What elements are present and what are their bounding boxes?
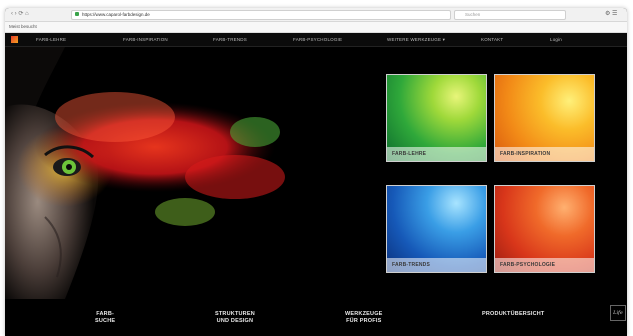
bookmarks-bar: Meist besucht [5,22,627,33]
hero-face-image [5,47,285,299]
footer-werkzeuge-profis[interactable]: WERKZEUGE FÜR PROFIS [345,311,383,324]
tile-farb-psychologie[interactable]: FARB-PSYCHOLOGIE [494,185,595,273]
nav-kontakt[interactable]: KONTAKT [481,33,503,46]
tile-label: FARB-TRENDS [387,258,486,272]
nav-weitere-werkzeuge[interactable]: WEITERE WERKZEUGE ▾ [387,33,445,46]
tile-label: FARB-PSYCHOLOGIE [495,258,594,272]
menu-icon[interactable]: ⚙ ☰ [605,11,617,18]
bookmark-most-visited[interactable]: Meist besucht [9,23,37,31]
footer-navigation: FARB- SUCHE STRUKTUREN UND DESIGN WERKZE… [5,299,627,336]
site-navigation: FARB-LEHRE FARB-INSPIRATION FARB-TRENDS … [5,33,627,47]
search-placeholder: Suchen [465,12,481,17]
footer-farb-suche[interactable]: FARB- SUCHE [95,311,115,324]
nav-farb-inspiration[interactable]: FARB-INSPIRATION [123,33,168,46]
tile-label: FARB-LEHRE [387,147,486,161]
browser-toolbar: ‹ › ⟳ ⌂ https://www.caparol-farbdesign.d… [5,8,627,22]
browser-nav-icons[interactable]: ‹ › ⟳ ⌂ [11,11,29,18]
address-bar[interactable]: https://www.caparol-farbdesign.de [71,10,451,20]
browser-window: ‹ › ⟳ ⌂ https://www.caparol-farbdesign.d… [5,8,627,336]
tile-farb-inspiration[interactable]: FARB-INSPIRATION [494,74,595,162]
address-url: https://www.caparol-farbdesign.de [82,12,150,17]
footer-strukturen-design[interactable]: STRUKTUREN UND DESIGN [215,311,255,324]
login-link[interactable]: Login [550,33,562,46]
hero-section: FARB-LEHRE FARB-INSPIRATION FARB-TRENDS … [5,47,627,299]
nav-farb-psychologie[interactable]: FARB-PSYCHOLOGIE [293,33,342,46]
lock-icon [75,12,79,16]
nav-farb-lehre[interactable]: FARB-LEHRE [36,33,66,46]
browser-search-box[interactable]: Suchen [454,10,566,20]
tile-farb-lehre[interactable]: FARB-LEHRE [386,74,487,162]
life-logo[interactable]: Life [610,305,626,321]
nav-farb-trends[interactable]: FARB-TRENDS [213,33,247,46]
tile-label: FARB-INSPIRATION [495,147,594,161]
brand-logo[interactable] [11,36,18,43]
footer-produktuebersicht[interactable]: PRODUKTÜBERSICHT [482,311,544,318]
tile-farb-trends[interactable]: FARB-TRENDS [386,185,487,273]
